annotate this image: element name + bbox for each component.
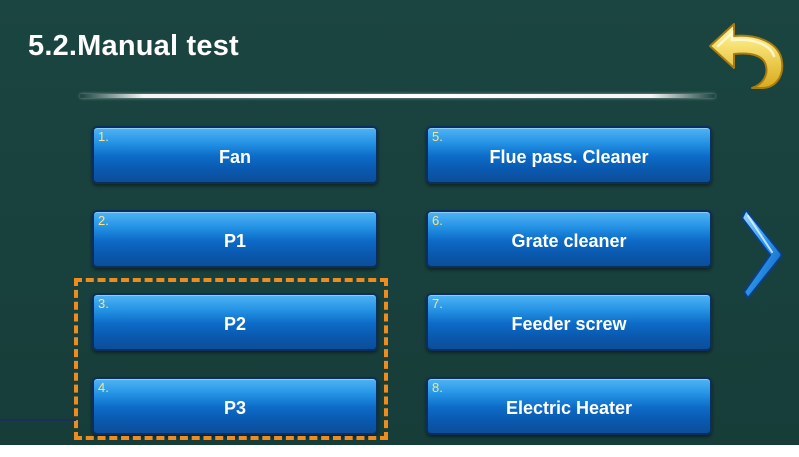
back-arrow-icon[interactable] (704, 16, 788, 92)
button-label: Fan (218, 147, 251, 167)
title-divider (80, 94, 715, 98)
button-label: Feeder screw (511, 314, 627, 334)
button-label: P1 (223, 231, 247, 251)
feeder-screw-button[interactable]: 7. Feeder screw (426, 293, 712, 351)
callout-line (0, 419, 76, 421)
button-number: 2. (98, 213, 109, 228)
button-number: 8. (432, 380, 443, 395)
button-number: 1. (98, 129, 109, 144)
button-label: Flue pass. Cleaner (489, 147, 649, 167)
p3-button[interactable]: 4. P3 (92, 377, 378, 435)
button-label: Grate cleaner (511, 231, 627, 251)
button-label: Electric Heater (505, 398, 633, 418)
button-label: P3 (223, 398, 247, 418)
chevron-right-icon[interactable] (740, 206, 784, 302)
flue-pass-cleaner-button[interactable]: 5. Flue pass. Cleaner (426, 126, 712, 184)
button-number: 6. (432, 213, 443, 228)
page-title: 5.2.Manual test (28, 30, 239, 62)
electric-heater-button[interactable]: 8. Electric Heater (426, 377, 712, 435)
button-number: 4. (98, 380, 109, 395)
p2-button[interactable]: 3. P2 (92, 293, 378, 351)
button-number: 3. (98, 296, 109, 311)
button-number: 5. (432, 129, 443, 144)
button-number: 7. (432, 296, 443, 311)
button-label: P2 (223, 314, 247, 334)
grate-cleaner-button[interactable]: 6. Grate cleaner (426, 210, 712, 268)
manual-test-screen: 5.2.Manual test 1. Fan 2. P1 3. P2 4. P3… (0, 0, 799, 445)
fan-button[interactable]: 1. Fan (92, 126, 378, 184)
p1-button[interactable]: 2. P1 (92, 210, 378, 268)
